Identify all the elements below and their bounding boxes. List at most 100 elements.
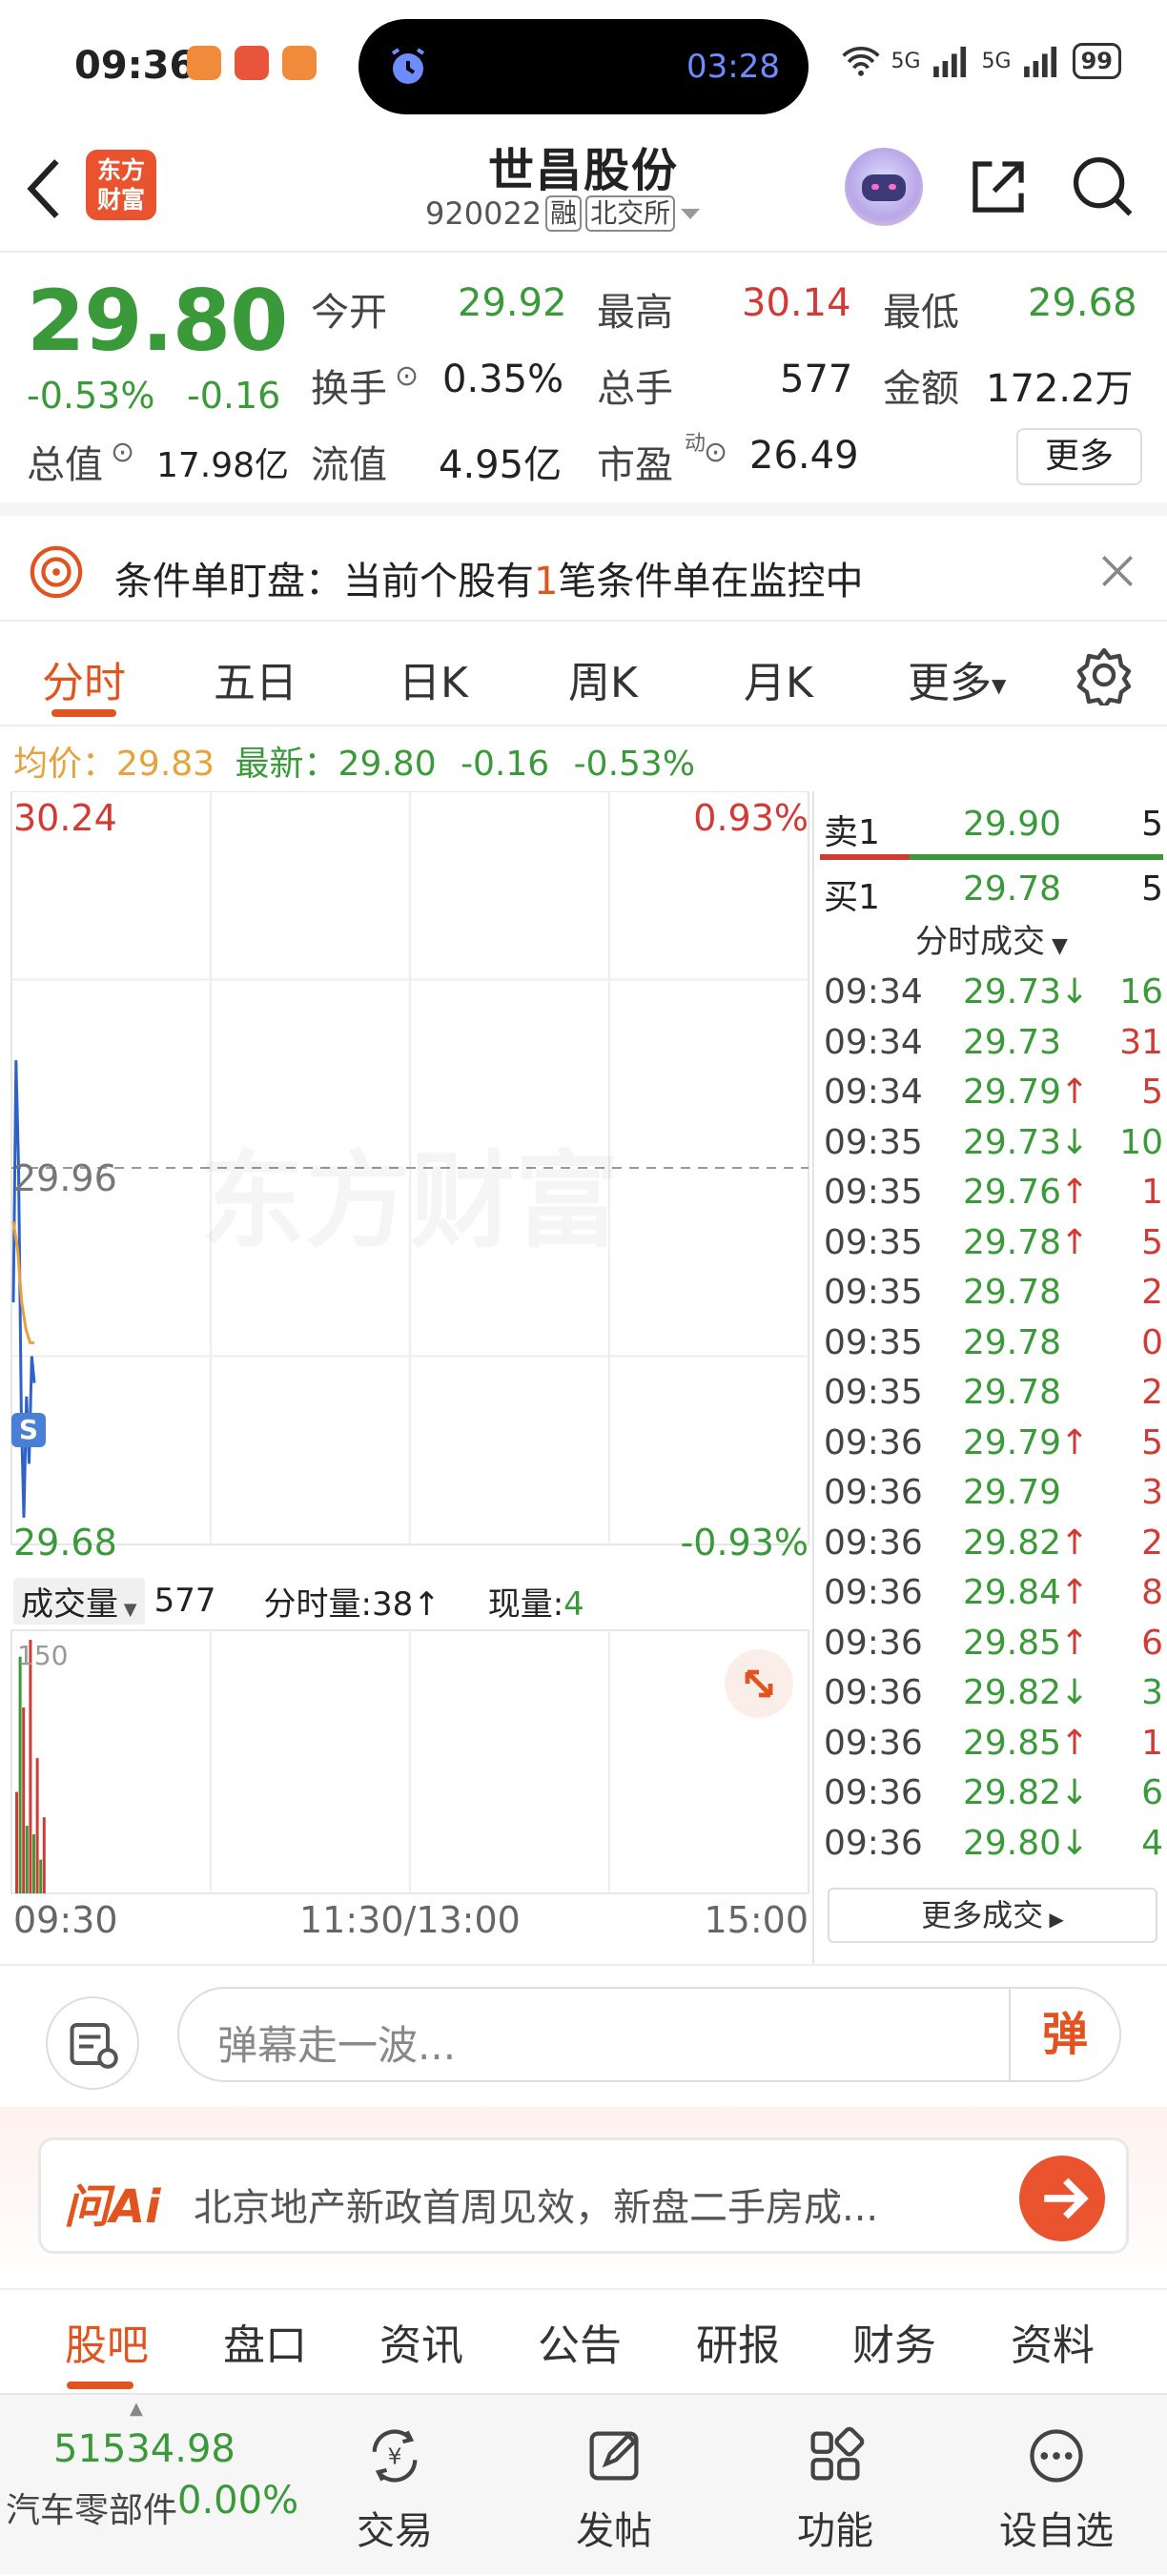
dynamic-island[interactable]: 03:28 [358,19,809,114]
mktcap-value: 17.98亿 [156,446,290,485]
ai-go-button[interactable] [1019,2156,1105,2241]
chart-grid [10,791,809,1894]
status-bar: 09:36 03:28 5G 5G 99 [0,0,1167,129]
sell-marker[interactable]: S [11,1413,46,1447]
tab-more-label: 更多 [908,659,992,707]
watchlist-settings-button[interactable]: 设自选 [980,2395,1133,2576]
sector-index[interactable]: ▲ 51534.98 汽车零部件 0.00% [0,2395,305,2576]
tab-forum[interactable]: 股吧 [65,2311,149,2372]
more-deals-button[interactable]: 更多成交 ▶ [828,1888,1157,1943]
tick-row: 09:35 29.78 0 [820,1323,1163,1373]
info-icon[interactable]: ⊙ [704,436,727,469]
tab-weekly-k[interactable]: 周K [568,648,638,709]
tick-direction-icon: ↑ [1060,1222,1090,1262]
float-label: 流值 [311,443,387,487]
tick-row: 09:36 29.82 ↑ 2 [820,1523,1163,1573]
tab-financials[interactable]: 财务 [852,2311,936,2372]
more-deals-label: 更多成交 [921,1897,1044,1933]
functions-button[interactable]: 功能 [759,2395,911,2576]
close-icon[interactable] [1096,550,1138,592]
tick-volume: 1 [1141,1723,1163,1763]
intraday-chart[interactable]: 东方财富 30.24 0.93% 29.96 29.68 -0.93% S 成交… [0,791,812,1964]
volume-bar [15,1791,18,1893]
more-quote-button[interactable]: 更多 [1016,428,1142,485]
y-high-label: 30.24 [13,797,117,839]
tick-volume: 2 [1141,1373,1163,1412]
x-label-mid: 11:30/13:00 [299,1899,521,1941]
tick-row: 09:34 29.73 ↓ 16 [820,972,1163,1022]
trade-button[interactable]: ¥ 交易 [318,2395,471,2576]
pe-label[interactable]: 市盈 [597,434,673,489]
tab-daily-k[interactable]: 日K [399,648,468,709]
tick-row: 09:36 29.85 ↑ 1 [820,1724,1163,1773]
chart-canvas[interactable] [0,791,812,1964]
tab-more[interactable]: 更多▼ [908,648,1006,709]
ai-question-box[interactable]: 问Ai 北京地产新政首周见效，新盘二手房成... [38,2137,1129,2254]
expand-button[interactable] [725,1649,793,1718]
tick-price: 29.73 [963,1022,1062,1062]
volume-axis-label: 150 [17,1640,69,1671]
tab-five-day[interactable]: 五日 [214,648,297,709]
tab-research[interactable]: 研报 [696,2311,780,2372]
ask-row[interactable]: 卖1 29.90 5 [820,805,1163,862]
tick-volume: 16 [1119,972,1163,1012]
y-low-pct-label: -0.93% [680,1522,809,1564]
tick-row: 09:35 29.78 2 [820,1273,1163,1322]
tick-row: 09:34 29.79 ↑ 5 [820,1073,1163,1122]
mktcap-label[interactable]: 总值 [27,434,103,489]
volume-selector[interactable]: 成交量 ▼ [13,1577,145,1625]
volume-bar [32,1833,35,1893]
current-volume-value: 4 [563,1584,584,1624]
danmu-toggle-button[interactable]: 弹 [1009,1989,1119,2080]
tick-direction-icon: ↑ [1060,1723,1090,1763]
info-icon[interactable]: ⊙ [111,436,134,469]
app-notification-icon [235,46,269,80]
tick-volume: 2 [1141,1273,1163,1312]
sector-index-value: 51534.98 [53,2427,235,2471]
x-label-end: 15:00 [704,1899,809,1941]
tab-orderbook[interactable]: 盘口 [223,2311,307,2372]
tick-time: 09:35 [824,1322,923,1362]
caret-down-icon [681,209,701,219]
tick-price: 29.82 [963,1673,1062,1712]
grid-icon [810,2426,865,2481]
danmu-input[interactable]: 弹幕走一波... 弹 [177,1987,1121,2082]
tab-profile[interactable]: 资料 [1011,2311,1095,2372]
condition-order-banner[interactable]: 条件单盯盘：当前个股有1笔条件单在监控中 [0,502,1167,622]
ai-robot-avatar[interactable] [845,148,923,226]
low-value: 29.68 [1028,281,1137,325]
info-icon[interactable]: ⊙ [395,359,419,393]
danmu-settings-button[interactable] [46,1996,139,2090]
latest-change: -0.16 [461,745,550,784]
tab-announcements[interactable]: 公告 [538,2311,622,2372]
latest-value: 29.80 [338,745,437,784]
tick-row: 09:36 29.84 ↑ 8 [820,1573,1163,1623]
tab-news[interactable]: 资讯 [379,2311,463,2372]
alarm-clock-icon [391,48,425,84]
tick-direction-icon: ↓ [1060,1122,1090,1162]
y-high-pct-label: 0.93% [693,797,809,839]
stock-code-bar[interactable]: 920022 融 北交所 [425,195,702,232]
watermark: 东方财富 [200,1115,620,1268]
volume-label: 成交量 [21,1584,118,1624]
open-value: 29.92 [458,281,567,325]
tick-direction-icon: ↓ [1060,1823,1090,1863]
stock-header: 东方财富 世昌股份 920022 融 北交所 [0,129,1167,253]
latest-label: 最新： [235,745,338,784]
comment-settings-icon [70,2023,118,2069]
share-icon[interactable] [965,153,1032,220]
volume-value: 577 [780,358,853,401]
float-value: 4.95亿 [439,443,563,487]
ticks-dropdown[interactable]: 分时成交 ▼ [814,915,1167,962]
target-icon [30,545,83,599]
search-icon[interactable] [1070,153,1136,220]
tick-row: 09:36 29.79 3 [820,1473,1163,1523]
tick-price: 29.82 [963,1773,1062,1812]
tab-intraday[interactable]: 分时 [42,648,126,709]
post-button[interactable]: 发帖 [538,2395,690,2576]
turnover-label[interactable]: 换手 [311,358,387,413]
tab-monthly-k[interactable]: 月K [744,648,813,709]
gear-icon[interactable] [1074,644,1135,705]
tick-row: 09:35 29.76 ↑ 1 [820,1173,1163,1222]
ask-volume: 5 [1141,805,1163,844]
